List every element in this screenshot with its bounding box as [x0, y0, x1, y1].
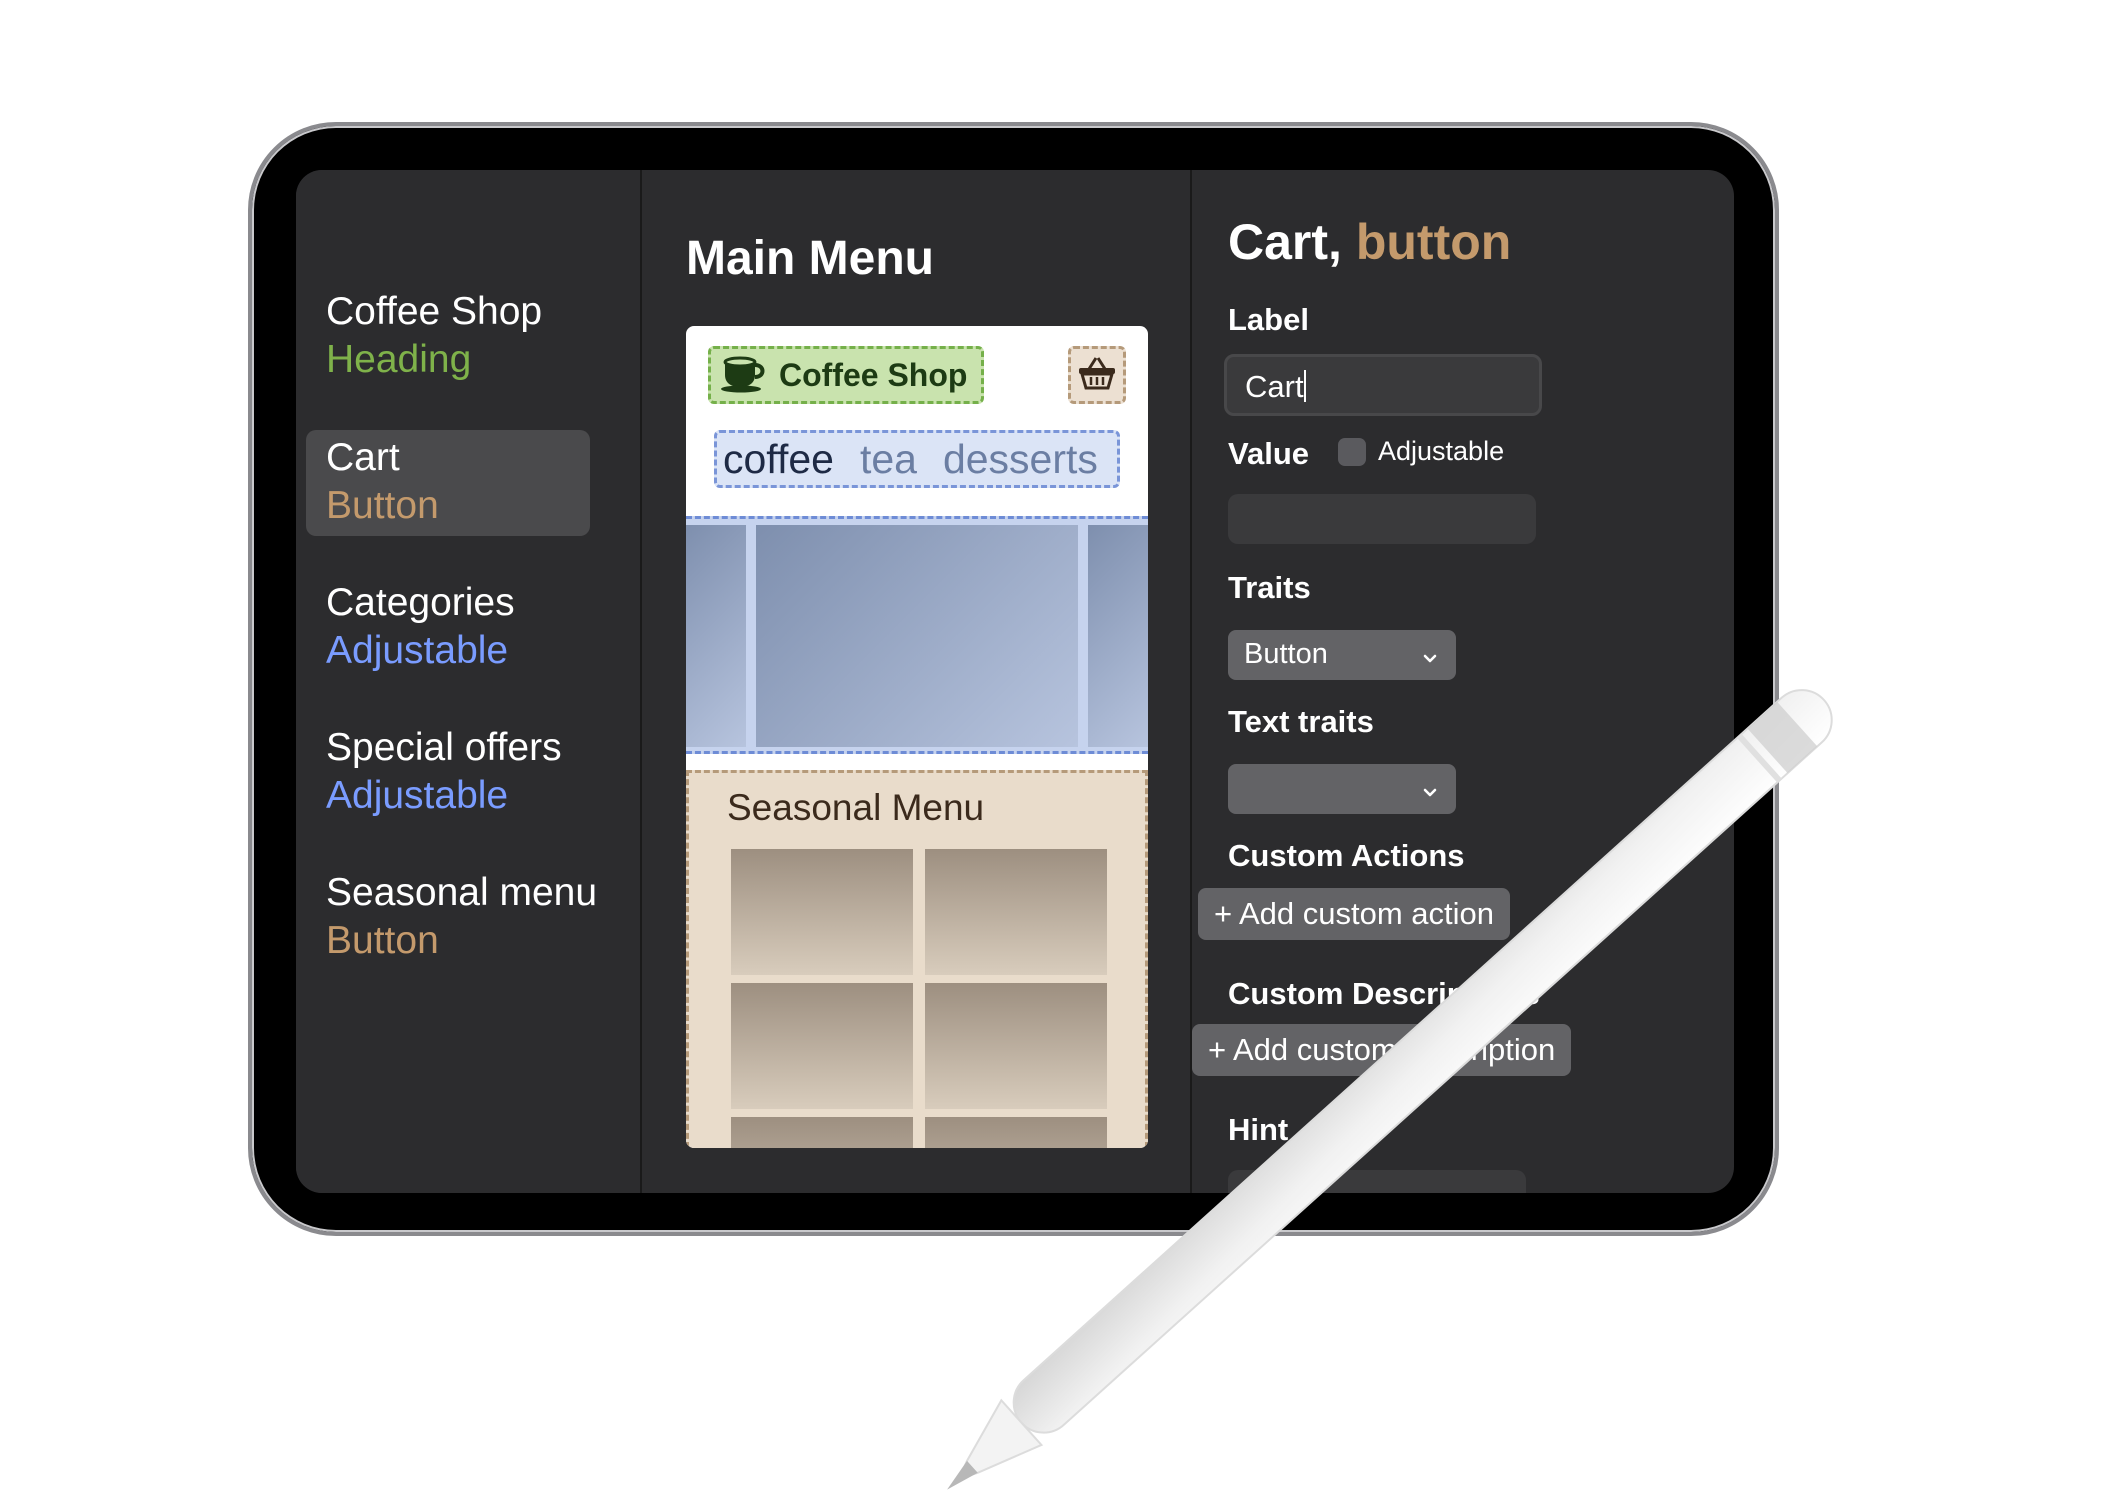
apple-pencil [947, 689, 1833, 1490]
